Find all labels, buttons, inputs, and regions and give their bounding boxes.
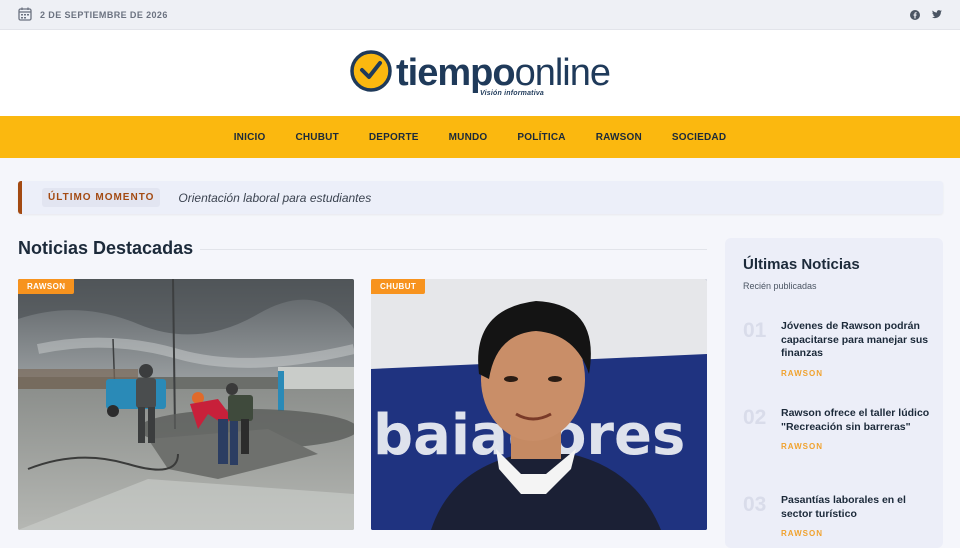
category-badge[interactable]: RAWSON xyxy=(18,279,75,294)
item-title[interactable]: Rawson ofrece el taller lúdico "Recreaci… xyxy=(781,407,933,434)
item-title[interactable]: Jóvenes de Rawson podrán capacitarse par… xyxy=(781,320,933,361)
main-nav: INICIO CHUBUT DEPORTE MUNDO POLÍTICA RAW… xyxy=(0,116,960,158)
clock-logo-icon xyxy=(350,49,392,97)
nav-item-politica[interactable]: POLÍTICA xyxy=(502,132,580,143)
item-title[interactable]: Pasantías laborales en el sector turísti… xyxy=(781,494,933,521)
nav-item-sociedad[interactable]: SOCIEDAD xyxy=(657,132,741,143)
breaking-headline[interactable]: Orientación laboral para estudiantes xyxy=(178,191,371,205)
logo-wordmark: tiempoonline Visión informativa xyxy=(396,52,611,97)
date-text: 2 DE SEPTIEMBRE DE 2026 xyxy=(40,9,168,20)
section-title: Noticias Destacadas xyxy=(18,238,194,258)
featured-card[interactable]: RAWSON xyxy=(18,279,354,530)
featured-card[interactable]: CHUBUT baiadores d xyxy=(371,279,707,530)
item-number: 01 xyxy=(743,319,767,342)
facebook-icon[interactable] xyxy=(910,9,920,20)
item-number: 02 xyxy=(743,406,767,429)
twitter-icon[interactable] xyxy=(932,10,942,20)
street-works-photo xyxy=(18,279,354,530)
category-badge[interactable]: CHUBUT xyxy=(371,279,426,294)
sidebar-subtitle: Recién publicadas xyxy=(743,281,817,291)
nav-item-rawson[interactable]: RAWSON xyxy=(581,132,657,143)
item-number: 03 xyxy=(743,493,767,516)
site-header: tiempoonline Visión informativa xyxy=(0,30,960,116)
list-item[interactable]: 01 Jóvenes de Rawson podrán capacitarse … xyxy=(743,320,933,378)
item-category[interactable]: RAWSON xyxy=(781,529,933,538)
nav-item-chubut[interactable]: CHUBUT xyxy=(280,132,353,143)
top-bar: 2 DE SEPTIEMBRE DE 2026 xyxy=(0,0,960,30)
social-links xyxy=(910,9,942,20)
breaking-news-bar: ÚLTIMO MOMENTO Orientación laboral para … xyxy=(18,181,943,214)
logo-text-light: online xyxy=(514,52,611,94)
nav-item-deporte[interactable]: DEPORTE xyxy=(354,132,434,143)
logo-text-bold: tiempo xyxy=(396,52,516,94)
nav-item-mundo[interactable]: MUNDO xyxy=(434,132,503,143)
item-category[interactable]: RAWSON xyxy=(781,442,933,451)
logo-tagline: Visión informativa xyxy=(480,90,545,97)
list-item[interactable]: 03 Pasantías laborales en el sector turí… xyxy=(743,494,933,538)
portrait-photo: baiadores d xyxy=(371,279,707,530)
breaking-label: ÚLTIMO MOMENTO xyxy=(42,188,161,207)
sidebar-title: Últimas Noticias xyxy=(743,256,860,273)
nav-item-inicio[interactable]: INICIO xyxy=(219,132,281,143)
latest-news-sidebar: Últimas Noticias Recién publicadas 01 Jó… xyxy=(725,238,943,548)
section-divider xyxy=(200,249,707,250)
item-category[interactable]: RAWSON xyxy=(781,369,933,378)
calendar-icon xyxy=(18,7,32,23)
list-item[interactable]: 02 Rawson ofrece el taller lúdico "Recre… xyxy=(743,407,933,451)
site-logo[interactable]: tiempoonline Visión informativa xyxy=(350,49,611,97)
date-display: 2 DE SEPTIEMBRE DE 2026 xyxy=(18,7,168,23)
